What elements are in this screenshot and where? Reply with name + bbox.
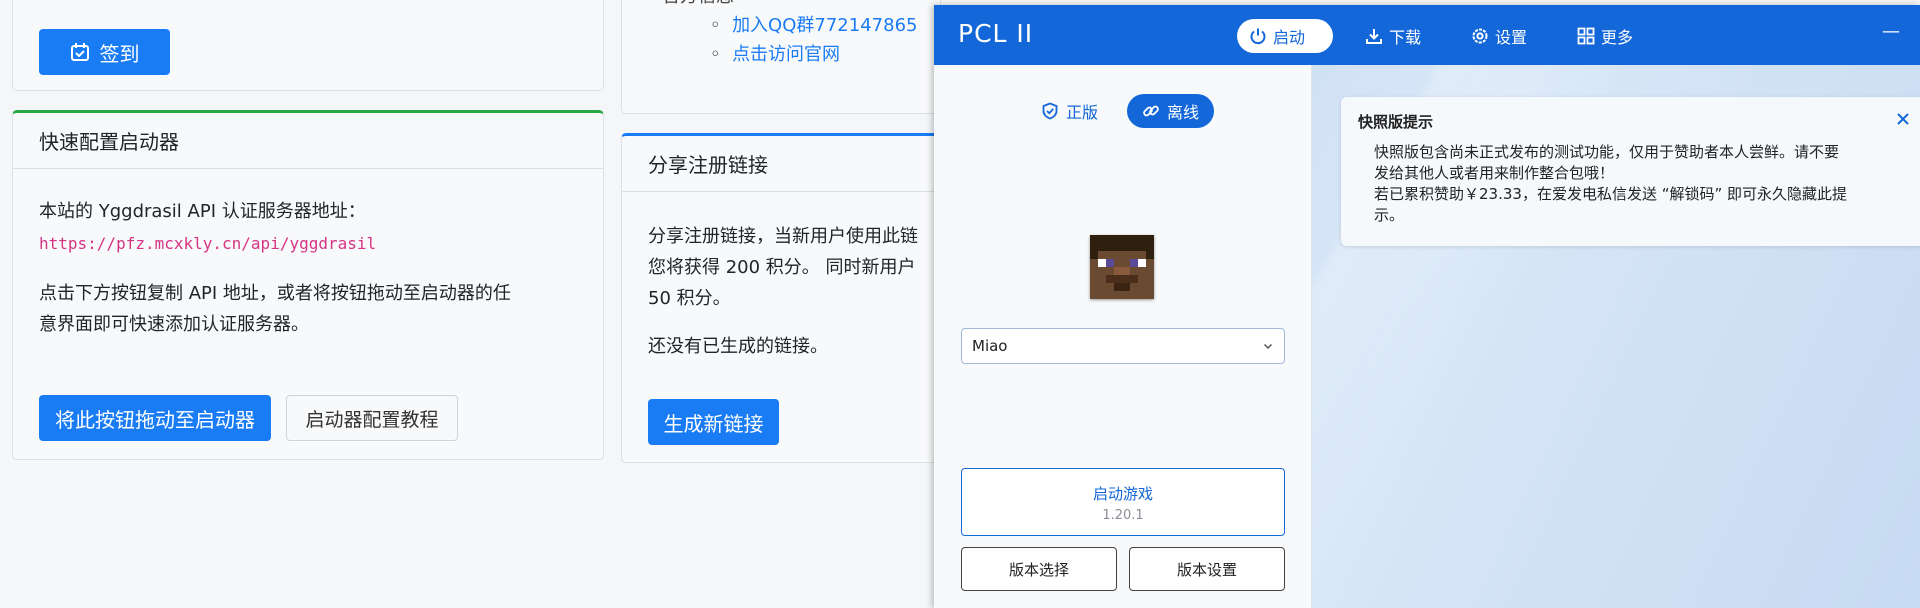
nav-more[interactable]: 更多: [1565, 19, 1645, 53]
generate-link-button[interactable]: 生成新链接: [648, 399, 779, 445]
login-genuine-label: 正版: [1066, 103, 1099, 122]
checkin-button[interactable]: 签到: [39, 29, 170, 75]
nav-launch-label: 启动: [1273, 28, 1306, 47]
username-select[interactable]: Miao: [961, 328, 1285, 364]
launch-game-label: 启动游戏: [1092, 485, 1153, 503]
snapshot-notice-line4: 示。: [1374, 206, 1405, 224]
version-settings-button[interactable]: 版本设置: [1129, 547, 1285, 591]
nav-download[interactable]: 下载: [1353, 19, 1433, 53]
snapshot-notice-line2: 发给其他人或者用来制作整合包哦！: [1374, 164, 1615, 182]
qq-group-link[interactable]: 加入QQ群772147865: [732, 15, 917, 36]
download-icon: [1366, 29, 1382, 44]
pcl-window: PCL II 启动 下载 设置 更多 — 正版 离线 Miao 启动游戏 1.2…: [934, 5, 1920, 608]
pcl-title: PCL II: [958, 19, 1034, 48]
official-info-card: 官方信息 ◦ 加入QQ群772147865 ◦ 点击访问官网: [621, 0, 941, 114]
nav-download-label: 下载: [1389, 28, 1422, 47]
login-offline-toggle[interactable]: 离线: [1127, 94, 1215, 128]
quick-config-card: 快速配置启动器 本站的 Yggdrasil API 认证服务器地址： https…: [12, 110, 604, 460]
official-site-item: ◦ 点击访问官网: [710, 39, 840, 70]
close-icon[interactable]: [1896, 112, 1910, 126]
calendar-check-icon: [70, 43, 89, 61]
quick-config-title: 快速配置启动器: [13, 113, 603, 169]
official-site-link[interactable]: 点击访问官网: [732, 44, 840, 65]
api-url: https://pfz.mcxkly.cn/api/yggdrasil: [39, 234, 377, 253]
bullet-icon: ◦: [710, 15, 733, 36]
power-icon: [1250, 28, 1266, 45]
share-link-card: 分享注册链接 分享注册链接，当新用户使用此链 您将获得 200 积分。 同时新用…: [621, 133, 941, 463]
chevron-down-icon: [1263, 343, 1273, 350]
share-desc-line2: 您将获得 200 积分。 同时新用户: [648, 257, 916, 278]
qq-group-item: ◦ 加入QQ群772147865: [710, 10, 917, 41]
snapshot-notice-line1: 快照版包含尚未正式发布的测试功能，仅用于赞助者本人尝鲜。请不要: [1374, 143, 1840, 161]
pcl-titlebar[interactable]: PCL II 启动 下载 设置 更多 —: [934, 5, 1920, 65]
checkin-card: 签到: [12, 0, 604, 91]
shield-check-icon: [1042, 102, 1058, 120]
version-select-button[interactable]: 版本选择: [961, 547, 1117, 591]
bullet-icon: ◦: [710, 44, 733, 65]
player-skin-avatar: [1090, 235, 1154, 299]
share-desc-line1: 分享注册链接，当新用户使用此链: [648, 226, 918, 247]
launch-game-version: 1.20.1: [1102, 508, 1144, 523]
launcher-tutorial-button[interactable]: 启动器配置教程: [286, 395, 458, 441]
drag-to-launcher-button[interactable]: 将此按钮拖动至启动器: [39, 395, 271, 441]
nav-settings[interactable]: 设置: [1459, 19, 1539, 53]
snapshot-notice-title: 快照版提示: [1358, 113, 1434, 131]
nav-more-label: 更多: [1601, 28, 1634, 47]
nav-settings-label: 设置: [1495, 28, 1528, 47]
snapshot-notice: 快照版提示 快照版包含尚未正式发布的测试功能，仅用于赞助者本人尝鲜。请不要 发给…: [1341, 97, 1920, 246]
login-offline-label: 离线: [1167, 103, 1200, 122]
gear-icon: [1472, 28, 1488, 44]
login-genuine-toggle[interactable]: 正版: [1026, 94, 1113, 128]
api-instructions-line1: 点击下方按钮复制 API 地址，或者将按钮拖动至启动器的任: [39, 283, 511, 304]
api-intro-text: 本站的 Yggdrasil API 认证服务器地址：: [39, 201, 366, 222]
nav-launch[interactable]: 启动: [1237, 19, 1333, 53]
grid-icon: [1577, 27, 1595, 45]
username-value: Miao: [972, 337, 1008, 355]
snapshot-notice-line3: 若已累积赞助￥23.33，在爱发电私信发送 “解锁码” 即可永久隐藏此提: [1374, 185, 1848, 203]
share-desc-line3: 50 积分。: [648, 288, 731, 309]
launch-game-button[interactable]: 启动游戏 1.20.1: [961, 468, 1285, 536]
api-instructions-line2: 意界面即可快速添加认证服务器。: [39, 314, 309, 335]
checkin-label: 签到: [99, 41, 140, 66]
link-icon: [1143, 105, 1159, 117]
no-links-text: 还没有已生成的链接。: [648, 336, 828, 357]
minimize-button[interactable]: —: [1882, 21, 1900, 42]
share-link-title: 分享注册链接: [622, 136, 940, 192]
pcl-left-panel: 正版 离线 Miao 启动游戏 1.20.1 版本选择 版本设置: [934, 65, 1312, 608]
